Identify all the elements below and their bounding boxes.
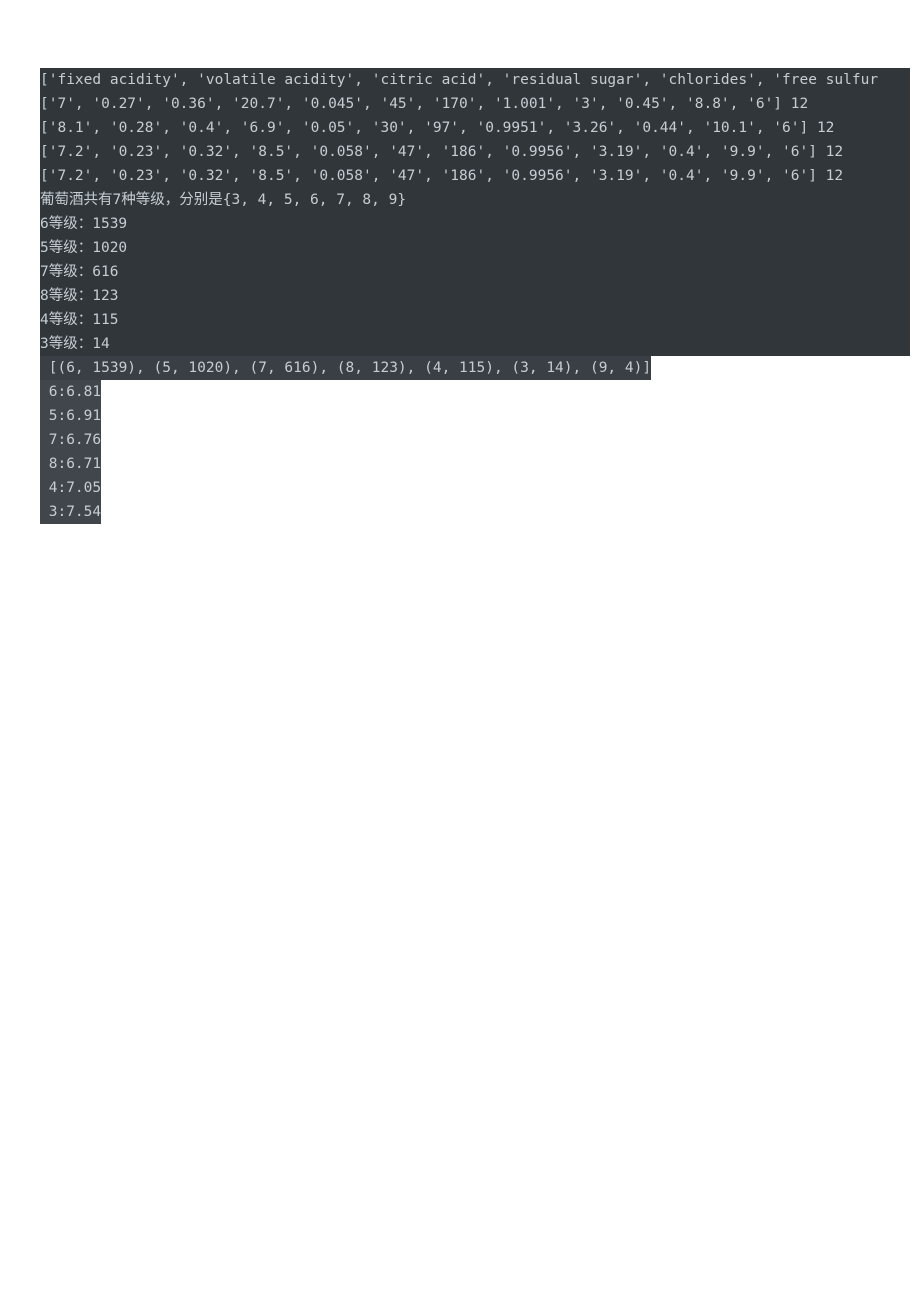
output-text: 5:6.91 bbox=[40, 404, 101, 428]
output-line: ['8.1', '0.28', '0.4', '6.9', '0.05', '3… bbox=[40, 116, 910, 140]
output-line: 5:6.91 bbox=[40, 404, 910, 428]
output-line: ['fixed acidity', 'volatile acidity', 'c… bbox=[40, 68, 910, 92]
output-text: 3:7.54 bbox=[40, 500, 101, 524]
output-line: ['7', '0.27', '0.36', '20.7', '0.045', '… bbox=[40, 92, 910, 116]
output-line: 6等级：1539 bbox=[40, 212, 910, 236]
output-line: 4:7.05 bbox=[40, 476, 910, 500]
output-text: 6:6.81 bbox=[40, 380, 101, 404]
output-text: 7:6.76 bbox=[40, 428, 101, 452]
output-text: 8:6.71 bbox=[40, 452, 101, 476]
output-line: ['7.2', '0.23', '0.32', '8.5', '0.058', … bbox=[40, 140, 910, 164]
output-text: [(6, 1539), (5, 1020), (7, 616), (8, 123… bbox=[40, 356, 651, 380]
output-line: 6:6.81 bbox=[40, 380, 910, 404]
output-line: 3:7.54 bbox=[40, 500, 910, 524]
output-line: 葡萄酒共有7种等级，分别是{3, 4, 5, 6, 7, 8, 9} bbox=[40, 188, 910, 212]
output-line: 8等级：123 bbox=[40, 284, 910, 308]
output-text: 4:7.05 bbox=[40, 476, 101, 500]
output-line: 7:6.76 bbox=[40, 428, 910, 452]
output-line: 7等级：616 bbox=[40, 260, 910, 284]
output-line: 4等级：115 bbox=[40, 308, 910, 332]
output-line: 8:6.71 bbox=[40, 452, 910, 476]
output-line: ['7.2', '0.23', '0.32', '8.5', '0.058', … bbox=[40, 164, 910, 188]
output-line: 3等级：14 bbox=[40, 332, 910, 356]
terminal-output: ['fixed acidity', 'volatile acidity', 'c… bbox=[40, 20, 910, 548]
output-line: [(6, 1539), (5, 1020), (7, 616), (8, 123… bbox=[40, 356, 910, 380]
output-line: 5等级：1020 bbox=[40, 236, 910, 260]
